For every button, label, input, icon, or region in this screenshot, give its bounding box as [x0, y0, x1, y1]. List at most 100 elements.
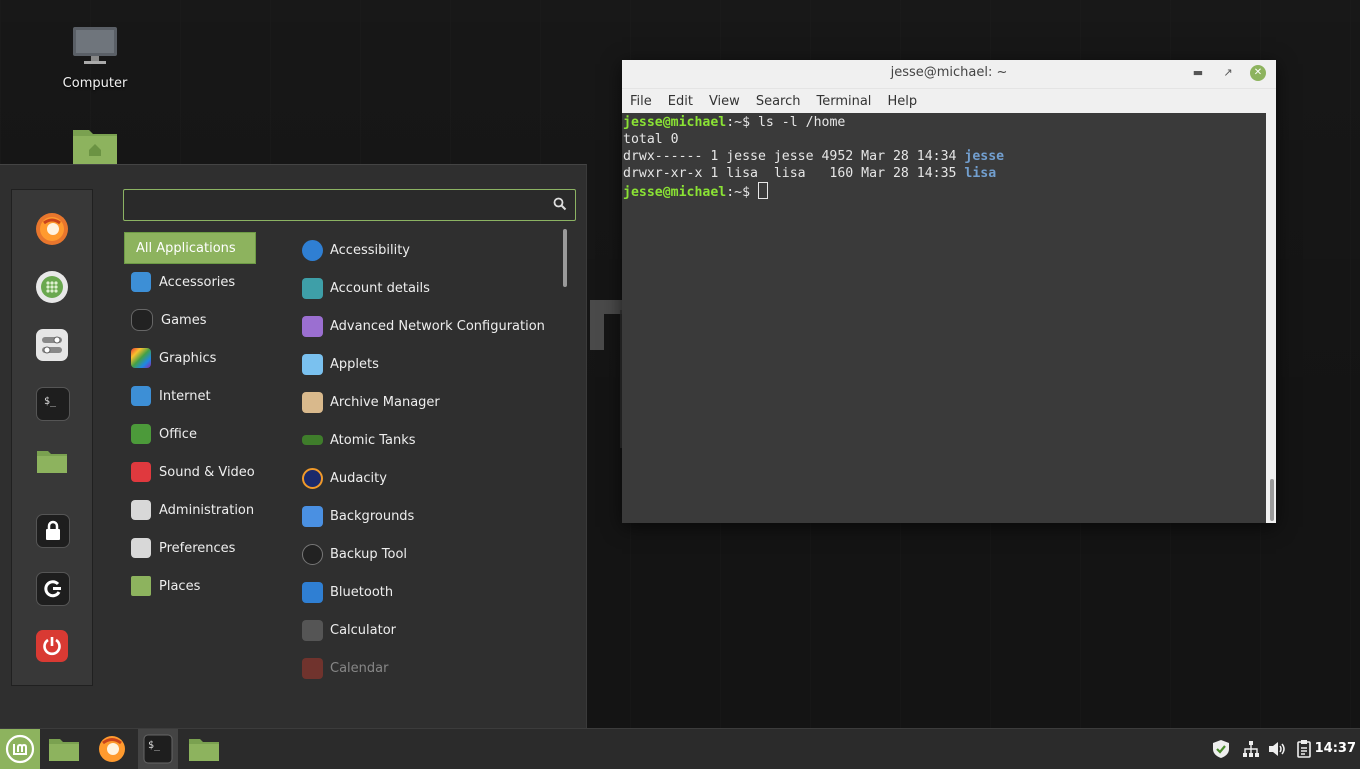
app-label: Accessibility [330, 242, 410, 258]
app-atomic-tanks[interactable]: Atomic Tanks [302, 425, 552, 455]
app-label: Calendar [330, 660, 389, 676]
category-label: Office [159, 426, 197, 442]
fav-files[interactable] [36, 445, 68, 477]
settings-icon [42, 336, 62, 354]
app-backup-tool[interactable]: Backup Tool [302, 539, 552, 569]
app-accessibility[interactable]: Accessibility [302, 235, 552, 265]
window-titlebar[interactable]: jesse@michael: ~ ▬ ↗ ✕ [622, 60, 1276, 89]
menu-view[interactable]: View [709, 94, 740, 109]
fav-firefox[interactable] [36, 213, 68, 245]
taskbar-folder[interactable] [184, 729, 224, 769]
dir-lisa: lisa [964, 166, 997, 181]
accessories-icon [131, 272, 151, 292]
category-accessories[interactable]: Accessories [124, 267, 284, 297]
menu-terminal[interactable]: Terminal [816, 94, 871, 109]
desktop-computer[interactable]: Computer [50, 26, 140, 91]
software-manager-icon [41, 276, 63, 298]
category-label: All Applications [136, 240, 236, 256]
games-icon [131, 309, 153, 331]
account-icon [302, 277, 323, 299]
clock[interactable]: 14:37 [1315, 729, 1356, 769]
app-calendar[interactable]: Calendar [302, 653, 552, 683]
app-label: Account details [330, 280, 430, 296]
menu-button[interactable] [0, 729, 40, 769]
minimize-icon[interactable]: ▬ [1190, 65, 1206, 81]
text-cursor [758, 182, 768, 199]
firefox-icon [40, 217, 64, 241]
command-text: ls -l /home [750, 115, 846, 130]
preferences-icon [131, 538, 151, 558]
taskbar-files[interactable] [44, 729, 84, 769]
close-icon[interactable]: ✕ [1250, 65, 1266, 81]
category-sound-video[interactable]: Sound & Video [124, 457, 284, 487]
fav-logout[interactable] [36, 572, 70, 606]
category-label: Internet [159, 388, 211, 404]
fav-lock[interactable] [36, 514, 70, 548]
category-administration[interactable]: Administration [124, 495, 284, 525]
prompt-user: jesse@michael [623, 115, 727, 130]
prompt-path: :~$ [726, 185, 751, 200]
volume-icon[interactable] [1267, 739, 1287, 759]
app-archive-manager[interactable]: Archive Manager [302, 387, 552, 417]
maximize-icon[interactable]: ↗ [1220, 65, 1236, 81]
apps-scrollbar[interactable] [563, 229, 567, 287]
app-account-details[interactable]: Account details [302, 273, 552, 303]
app-label: Archive Manager [330, 394, 440, 410]
network-icon[interactable] [1241, 739, 1261, 759]
app-advanced-network-configuration[interactable]: Advanced Network Configuration [302, 311, 552, 341]
graphics-icon [131, 348, 151, 368]
category-preferences[interactable]: Preferences [124, 533, 284, 563]
places-icon [131, 576, 151, 596]
applets-icon [302, 353, 323, 375]
scrollbar[interactable] [1266, 113, 1276, 523]
scrollbar-thumb[interactable] [1270, 479, 1274, 521]
fav-settings[interactable] [36, 329, 68, 361]
fav-software-manager[interactable] [36, 271, 68, 303]
search-icon[interactable] [553, 197, 567, 211]
category-games[interactable]: Games [124, 305, 284, 335]
svg-text:$_: $_ [44, 396, 57, 407]
terminal-icon: $_ [44, 396, 57, 407]
category-office[interactable]: Office [124, 419, 284, 449]
output-total: total 0 [623, 132, 679, 147]
category-all-applications[interactable]: All Applications [124, 232, 256, 264]
bluetooth-icon [302, 581, 323, 603]
folder-icon [189, 739, 219, 761]
search-input[interactable] [123, 189, 576, 221]
app-label: Bluetooth [330, 584, 394, 600]
app-backgrounds[interactable]: Backgrounds [302, 501, 552, 531]
fav-terminal[interactable]: $_ [36, 387, 70, 421]
terminal-window[interactable]: jesse@michael: ~ ▬ ↗ ✕ File Edit View Se… [622, 60, 1276, 523]
files-icon [37, 451, 67, 473]
app-bluetooth[interactable]: Bluetooth [302, 577, 552, 607]
app-audacity[interactable]: Audacity [302, 463, 552, 493]
app-calculator[interactable]: Calculator [302, 615, 552, 645]
menu-search[interactable]: Search [756, 94, 801, 109]
terminal-output[interactable]: jesse@michael:~$ ls -l /home total 0 drw… [622, 113, 1266, 523]
taskbar-terminal[interactable]: $_ [138, 729, 178, 769]
menu-help[interactable]: Help [887, 94, 917, 109]
shield-icon[interactable] [1211, 739, 1231, 759]
category-internet[interactable]: Internet [124, 381, 284, 411]
menu-file[interactable]: File [630, 94, 652, 109]
sound-video-icon [131, 462, 151, 482]
category-graphics[interactable]: Graphics [124, 343, 284, 373]
menu-edit[interactable]: Edit [668, 94, 693, 109]
favorites-bar: $_ [11, 189, 93, 686]
category-label: Preferences [159, 540, 236, 556]
category-label: Graphics [159, 350, 217, 366]
prompt-user: jesse@michael [623, 185, 727, 200]
fav-power[interactable] [36, 630, 68, 662]
calculator-icon [302, 619, 323, 641]
app-label: Backgrounds [330, 508, 415, 524]
firefox-icon [99, 736, 125, 762]
prompt-path: :~$ [726, 115, 751, 130]
clipboard-icon[interactable] [1294, 739, 1314, 759]
category-places[interactable]: Places [124, 571, 284, 601]
output-line-jesse: drwx------ 1 jesse jesse 4952 Mar 28 14:… [623, 149, 965, 164]
category-label: Administration [159, 502, 255, 518]
home-folder-icon [73, 130, 117, 164]
internet-icon [131, 386, 151, 406]
app-applets[interactable]: Applets [302, 349, 552, 379]
taskbar-firefox[interactable] [92, 729, 132, 769]
